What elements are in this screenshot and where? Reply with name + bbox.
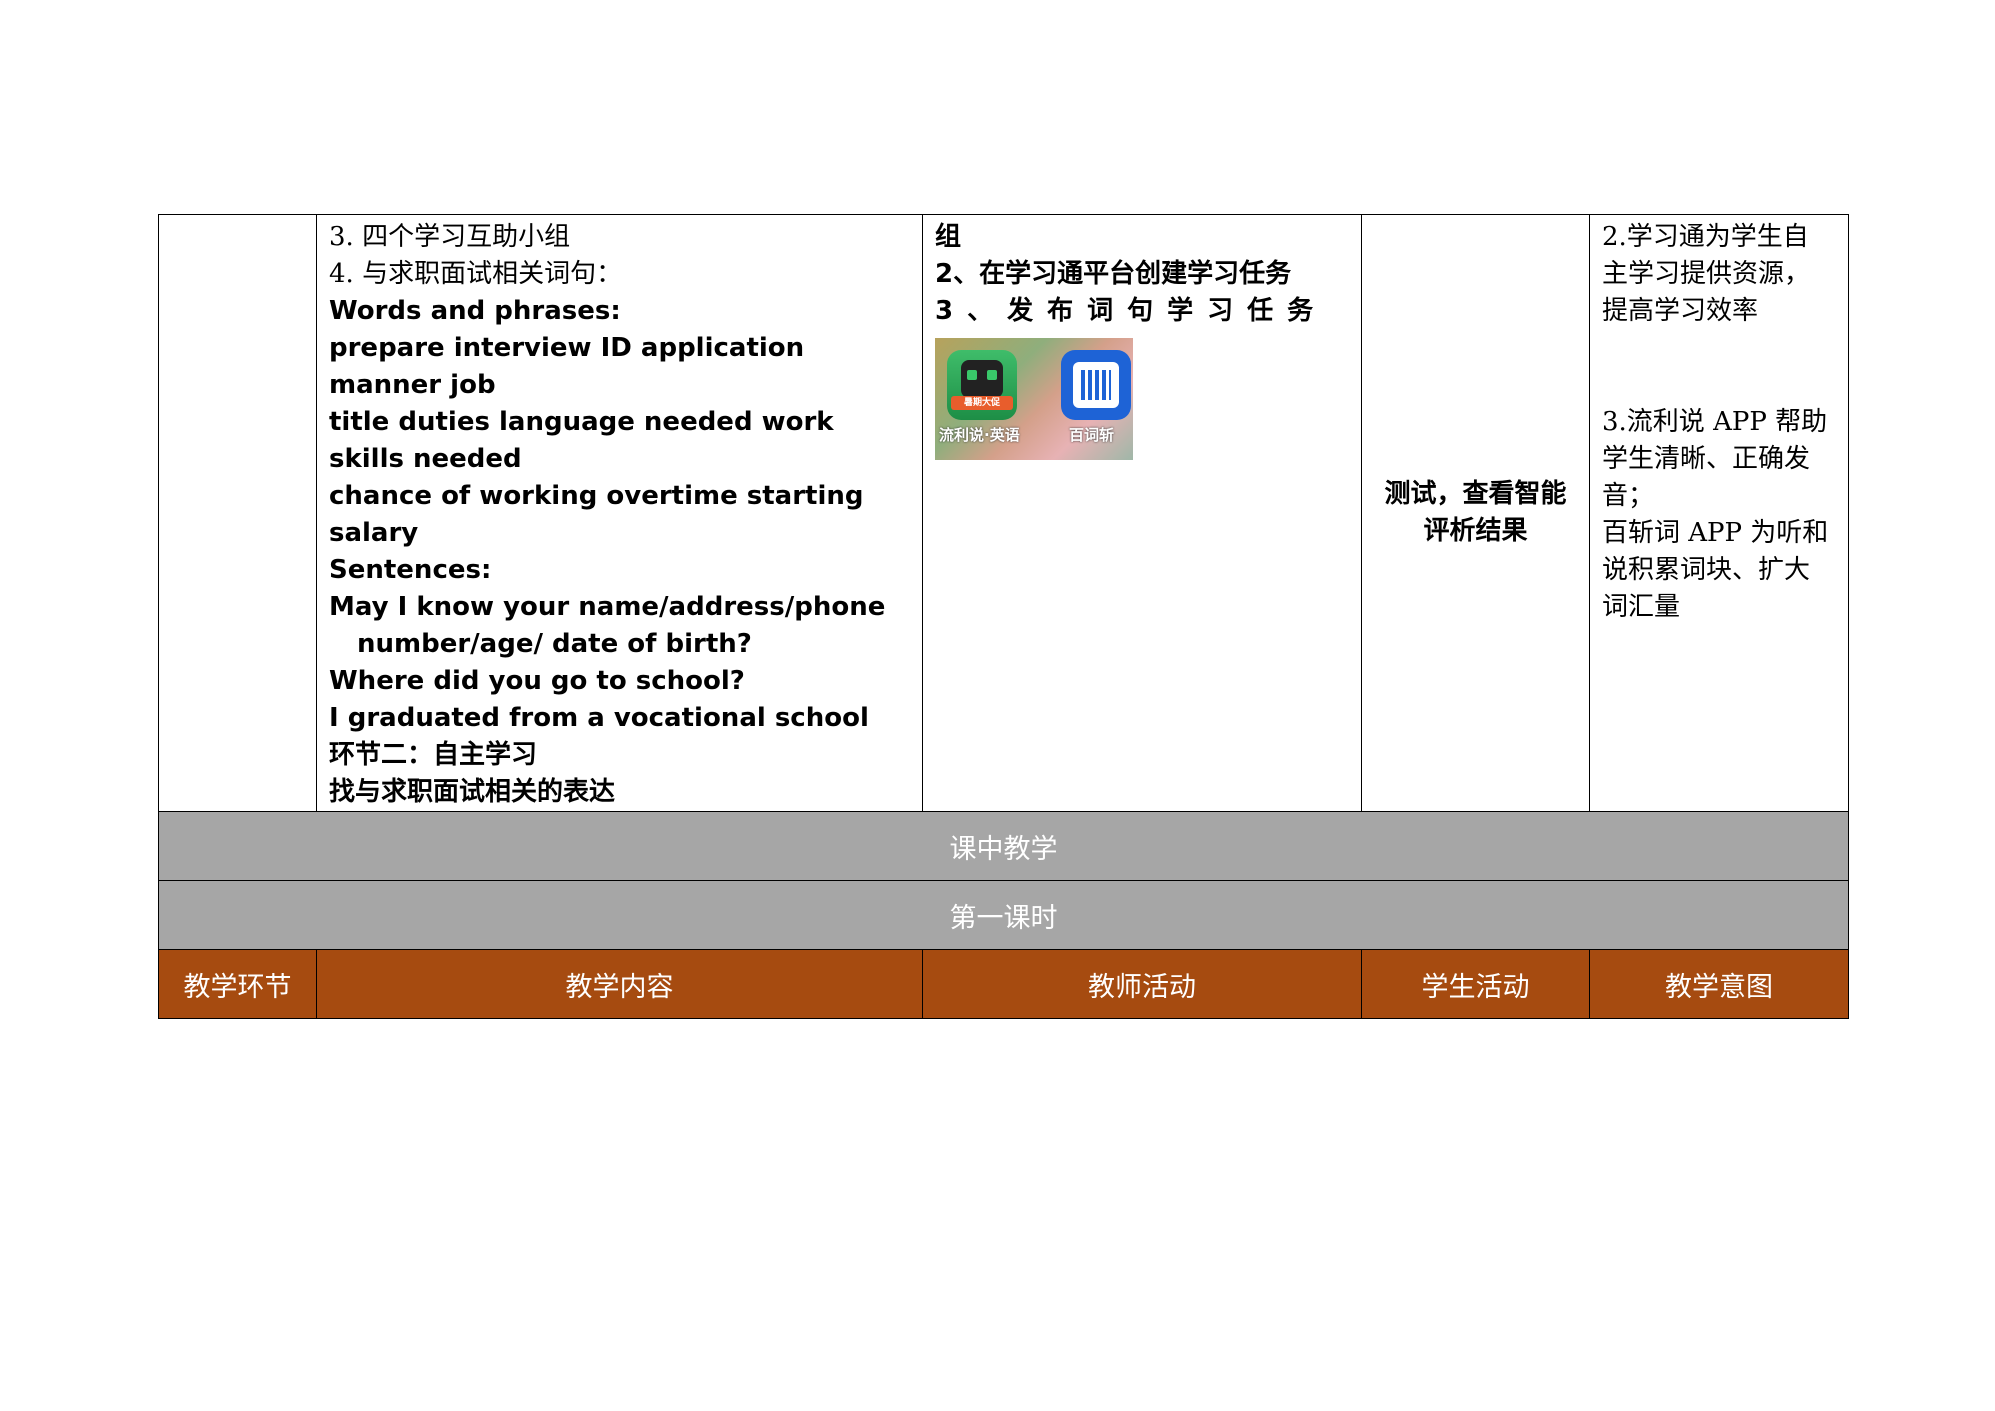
lesson-plan-table: 3. 四个学习互助小组 4. 与求职面试相关词句： Words and phra… — [158, 214, 1849, 1019]
intent-line: 主学习提供资源， — [1602, 259, 1811, 289]
period-title: 第一课时 — [158, 880, 1849, 950]
content-line: I graduated from a vocational school — [329, 703, 869, 733]
content-line: title duties language needed work skills… — [329, 407, 834, 474]
student-line: 评析结果 — [1423, 516, 1528, 546]
student-line: 测试，查看智能 — [1384, 479, 1567, 509]
content-line: Sentences: — [329, 555, 492, 585]
section-band: 课中教学 — [158, 811, 1849, 881]
section-title: 课中教学 — [158, 811, 1849, 881]
content-line: 4. 与求职面试相关词句： — [329, 259, 623, 289]
teacher-activity-cell: 组 2、在学习通平台创建学习任务 3、发布词句学习任务 暑期大促 流利说·英语 … — [922, 214, 1362, 812]
intent-line: 音； — [1602, 481, 1655, 511]
content-line: 环节二：自主学习 — [329, 740, 538, 770]
student-activity-cell: 测试，查看智能 评析结果 — [1361, 214, 1590, 812]
header-content: 教学内容 — [316, 949, 923, 1019]
baicizhan-app-icon — [1061, 350, 1131, 420]
content-cell: 3. 四个学习互助小组 4. 与求职面试相关词句： Words and phra… — [316, 214, 923, 812]
intent-line: 说积累词块、扩大 — [1602, 555, 1811, 585]
intent-cell: 2.学习通为学生自 主学习提供资源， 提高学习效率 3.流利说 APP 帮助 学… — [1589, 214, 1849, 812]
content-line: Where did you go to school? — [329, 666, 745, 696]
header-intent: 教学意图 — [1589, 949, 1849, 1019]
intent-line: 百斩词 APP 为听和 — [1602, 518, 1829, 548]
content-line: 找与求职面试相关的表达 — [329, 777, 616, 807]
stage-cell — [158, 214, 317, 812]
header-student: 学生活动 — [1361, 949, 1590, 1019]
column-header-row: 教学环节 教学内容 教师活动 学生活动 教学意图 — [158, 949, 1849, 1019]
intent-line: 2.学习通为学生自 — [1602, 222, 1809, 252]
teacher-line: 组 — [935, 222, 962, 252]
teacher-line: 2、在学习通平台创建学习任务 — [935, 259, 1292, 289]
header-teacher: 教师活动 — [922, 949, 1362, 1019]
content-line: prepare interview ID application manner … — [329, 333, 805, 400]
content-line: chance of working overtime starting sala… — [329, 481, 864, 548]
content-row: 3. 四个学习互助小组 4. 与求职面试相关词句： Words and phra… — [158, 214, 1849, 812]
content-line: Words and phrases: — [329, 296, 621, 326]
liulishuo-app-icon: 暑期大促 — [947, 350, 1017, 420]
intent-line: 学生清晰、正确发 — [1602, 444, 1811, 474]
period-band: 第一课时 — [158, 880, 1849, 950]
content-line: number/age/ date of birth? — [357, 629, 752, 659]
content-line: May I know your name/address/phone — [329, 592, 886, 622]
content-line: 3. 四个学习互助小组 — [329, 222, 571, 252]
header-stage: 教学环节 — [158, 949, 317, 1019]
app-icons-image: 暑期大促 流利说·英语 百词斩 — [935, 338, 1133, 460]
intent-line: 3.流利说 APP 帮助 — [1602, 407, 1828, 437]
teacher-line: 3、发布词句学习任务 — [935, 296, 1328, 326]
app-label: 流利说·英语 — [939, 426, 1020, 444]
intent-line: 词汇量 — [1602, 592, 1681, 622]
app-label: 百词斩 — [1069, 426, 1115, 444]
intent-line: 提高学习效率 — [1602, 296, 1759, 326]
app-banner: 暑期大促 — [951, 396, 1013, 410]
